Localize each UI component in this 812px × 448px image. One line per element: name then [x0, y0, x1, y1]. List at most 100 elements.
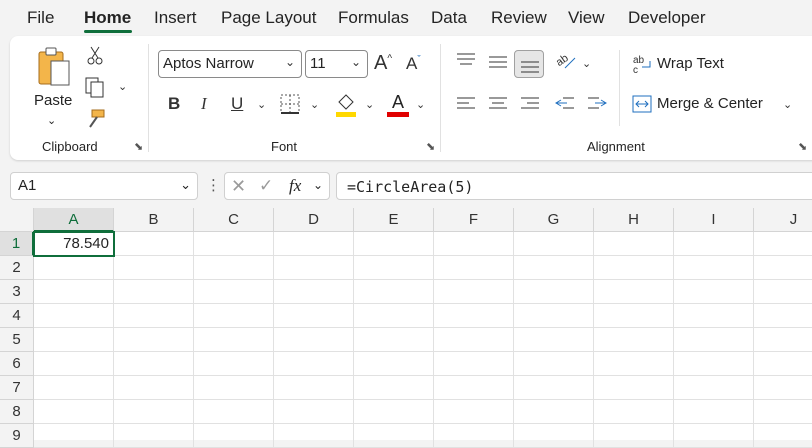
cell-a7[interactable]: [34, 376, 114, 400]
decrease-indent-icon[interactable]: [555, 96, 575, 112]
cell-j6[interactable]: [754, 352, 812, 376]
cell-j8[interactable]: [754, 400, 812, 424]
cell-c6[interactable]: [194, 352, 274, 376]
tab-home[interactable]: Home: [84, 8, 131, 28]
underline-button[interactable]: U: [231, 94, 243, 114]
cell-d5[interactable]: [274, 328, 354, 352]
cell-d9[interactable]: [274, 424, 354, 448]
row-header-7[interactable]: 7: [0, 376, 34, 400]
orientation-icon[interactable]: ab: [555, 50, 577, 72]
cell-d6[interactable]: [274, 352, 354, 376]
align-top-icon[interactable]: [456, 52, 476, 68]
chevron-down-icon[interactable]: ⌄: [257, 98, 266, 111]
cell-d1[interactable]: [274, 232, 354, 256]
cell-h3[interactable]: [594, 280, 674, 304]
dialog-launcher-icon[interactable]: ⬊: [134, 140, 143, 153]
borders-icon[interactable]: [280, 94, 300, 114]
cell-b2[interactable]: [114, 256, 194, 280]
column-header-a[interactable]: A: [34, 208, 114, 232]
insert-function-icon[interactable]: fx: [289, 176, 301, 196]
worksheet-grid[interactable]: ABCDEFGHIJ 1 78.540 2 3 4 5 6 7 8 9: [0, 208, 812, 448]
cell-h5[interactable]: [594, 328, 674, 352]
cell-b8[interactable]: [114, 400, 194, 424]
cell-h6[interactable]: [594, 352, 674, 376]
cell-i9[interactable]: [674, 424, 754, 448]
cell-f8[interactable]: [434, 400, 514, 424]
cell-f6[interactable]: [434, 352, 514, 376]
column-header-h[interactable]: H: [594, 208, 674, 232]
cell-a6[interactable]: [34, 352, 114, 376]
tab-formulas[interactable]: Formulas: [338, 8, 409, 28]
align-left-icon[interactable]: [456, 96, 476, 112]
column-header-j[interactable]: J: [754, 208, 812, 232]
row-header-6[interactable]: 6: [0, 352, 34, 376]
cell-a3[interactable]: [34, 280, 114, 304]
row-header-9[interactable]: 9: [0, 424, 34, 448]
cell-d8[interactable]: [274, 400, 354, 424]
cell-h2[interactable]: [594, 256, 674, 280]
cell-e2[interactable]: [354, 256, 434, 280]
cell-b5[interactable]: [114, 328, 194, 352]
cell-f9[interactable]: [434, 424, 514, 448]
cell-c3[interactable]: [194, 280, 274, 304]
cell-i5[interactable]: [674, 328, 754, 352]
cell-j9[interactable]: [754, 424, 812, 448]
column-header-f[interactable]: F: [434, 208, 514, 232]
cell-f4[interactable]: [434, 304, 514, 328]
row-header-2[interactable]: 2: [0, 256, 34, 280]
column-header-c[interactable]: C: [194, 208, 274, 232]
format-painter-icon[interactable]: [84, 108, 106, 130]
cell-i2[interactable]: [674, 256, 754, 280]
chevron-down-icon[interactable]: ⌄: [416, 98, 425, 111]
cell-e8[interactable]: [354, 400, 434, 424]
more-options-icon[interactable]: ⋮: [206, 176, 221, 194]
column-header-b[interactable]: B: [114, 208, 194, 232]
tab-developer[interactable]: Developer: [628, 8, 706, 28]
italic-button[interactable]: I: [201, 94, 207, 114]
cell-a1[interactable]: 78.540: [34, 232, 114, 256]
cell-h9[interactable]: [594, 424, 674, 448]
cell-h4[interactable]: [594, 304, 674, 328]
chevron-down-icon[interactable]: ⌄: [118, 80, 127, 93]
chevron-down-icon[interactable]: ⌄: [313, 178, 323, 192]
column-header-g[interactable]: G: [514, 208, 594, 232]
cell-e7[interactable]: [354, 376, 434, 400]
align-middle-icon[interactable]: [488, 54, 508, 70]
copy-icon[interactable]: [84, 76, 106, 98]
wrap-text-button[interactable]: ab c Wrap Text: [632, 52, 752, 78]
cell-h7[interactable]: [594, 376, 674, 400]
cell-f2[interactable]: [434, 256, 514, 280]
paste-button[interactable]: Paste ⌄: [32, 44, 76, 134]
row-header-4[interactable]: 4: [0, 304, 34, 328]
cell-j5[interactable]: [754, 328, 812, 352]
cell-g5[interactable]: [514, 328, 594, 352]
cell-a5[interactable]: [34, 328, 114, 352]
row-header-1[interactable]: 1: [0, 232, 34, 256]
chevron-down-icon[interactable]: ⌄: [783, 98, 792, 111]
cell-c8[interactable]: [194, 400, 274, 424]
cell-e6[interactable]: [354, 352, 434, 376]
enter-icon[interactable]: ✓: [259, 176, 273, 196]
align-right-icon[interactable]: [520, 96, 540, 112]
cell-e9[interactable]: [354, 424, 434, 448]
chevron-down-icon[interactable]: ⌄: [310, 98, 319, 111]
increase-font-size-button[interactable]: A^: [374, 52, 392, 75]
cell-i3[interactable]: [674, 280, 754, 304]
cell-g4[interactable]: [514, 304, 594, 328]
cell-i1[interactable]: [674, 232, 754, 256]
row-header-5[interactable]: 5: [0, 328, 34, 352]
tab-page-layout[interactable]: Page Layout: [221, 8, 316, 28]
cell-c5[interactable]: [194, 328, 274, 352]
cell-f1[interactable]: [434, 232, 514, 256]
cell-g7[interactable]: [514, 376, 594, 400]
cell-a9[interactable]: [34, 424, 114, 448]
cell-f3[interactable]: [434, 280, 514, 304]
tab-data[interactable]: Data: [431, 8, 467, 28]
tab-review[interactable]: Review: [491, 8, 547, 28]
cell-d4[interactable]: [274, 304, 354, 328]
cell-h1[interactable]: [594, 232, 674, 256]
cell-b7[interactable]: [114, 376, 194, 400]
cell-i4[interactable]: [674, 304, 754, 328]
cell-j1[interactable]: [754, 232, 812, 256]
cell-g8[interactable]: [514, 400, 594, 424]
